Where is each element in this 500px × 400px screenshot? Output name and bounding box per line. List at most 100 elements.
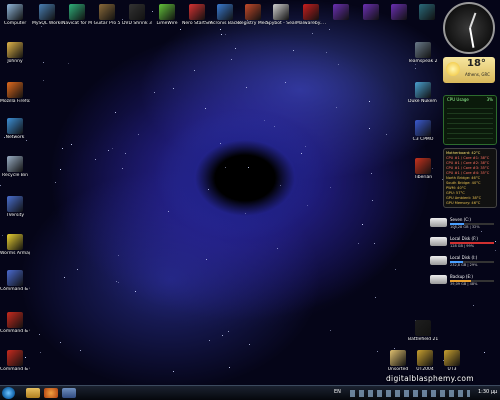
star (415, 67, 417, 69)
star (247, 166, 249, 168)
explorer-taskbar-icon[interactable] (26, 388, 40, 398)
star (361, 223, 363, 225)
desktop-shortcut[interactable]: Recycle Bin (0, 156, 30, 178)
computer-icon (7, 4, 23, 20)
sun-icon (446, 62, 460, 76)
tray-icons[interactable] (350, 390, 470, 397)
shortcut-label: Unsorted (387, 367, 409, 372)
desktop-shortcut[interactable]: Spybot - Search ... (266, 4, 296, 26)
clock-hour-hand (469, 12, 477, 29)
shortcut-label: Acronis Backup &... (210, 21, 240, 26)
desktop-shortcut[interactable]: Mozilla Firefox (0, 82, 30, 104)
desktop-shortcut[interactable]: Guitar Pro 5 (92, 4, 122, 26)
star (43, 79, 45, 81)
start-button[interactable] (2, 387, 15, 399)
star (167, 211, 169, 213)
desktop-shortcut[interactable]: Command & Conquer... (0, 270, 30, 292)
star (68, 62, 70, 64)
shortcut-label: Command & Conquer... (0, 367, 30, 372)
star (39, 351, 41, 353)
desktop-shortcut[interactable]: Johnny (0, 42, 30, 64)
desktop-shortcut[interactable]: Battlefield 2142 (408, 320, 438, 342)
temp-reading: CPU #1 / Core #4: 35°C (446, 171, 490, 175)
cpu-usage-gadget[interactable]: CPU Usage 3% (443, 95, 497, 145)
desktop-shortcut[interactable]: Malwareby... Anti-Malw... (296, 4, 326, 26)
star (480, 231, 482, 233)
desktop-shortcut[interactable]: Acronis Backup &... (210, 4, 240, 26)
temp-reading: South Bridge: 40°C (446, 181, 481, 185)
star (121, 168, 123, 170)
desktop-shortcut[interactable]: Teamspeak 2 RC2 (408, 42, 438, 64)
desktop-shortcut[interactable]: Tiberian (408, 158, 438, 180)
desktop-shortcut[interactable]: Command & Conquer... (0, 312, 30, 334)
shortcut-label: UT2004 (416, 367, 434, 372)
desktop-shortcut[interactable]: UT2004 (410, 350, 440, 372)
desktop-shortcut[interactable]: Registry Mechanic (238, 4, 268, 26)
star (207, 189, 209, 191)
desktop-shortcut[interactable]: Network (0, 118, 30, 140)
star (194, 69, 196, 71)
cpu-title: CPU Usage (447, 97, 469, 102)
desktop-shortcut[interactable] (356, 4, 386, 21)
star (292, 50, 294, 52)
star (220, 33, 222, 35)
shortcut-label: UT3 (447, 367, 457, 372)
network-icon (7, 118, 23, 134)
desktop-shortcut[interactable] (384, 4, 414, 21)
desktop-shortcut[interactable]: C3 CPMO (408, 120, 438, 142)
desktop-shortcut[interactable]: Computer (0, 4, 30, 26)
star (370, 173, 372, 175)
shortcut-label: Guitar Pro 5 (93, 21, 121, 26)
star (494, 241, 496, 243)
desktop-shortcut[interactable]: LimeWire (152, 4, 182, 26)
duke-nukem-icon (415, 82, 431, 98)
battlefield-icon (415, 320, 431, 336)
folder-icon (390, 350, 406, 366)
tray-clock[interactable]: 1:30 μμ (478, 389, 497, 395)
temp-reading: CPU #1 / Core #2: 38°C (446, 161, 490, 165)
hard-drive-icon (430, 275, 447, 284)
drive-item[interactable]: Backup (E:) 39,09 GB | 48% (430, 274, 495, 287)
desktop-shortcut[interactable] (326, 4, 356, 21)
drive-item[interactable]: Seven (C:) 108,28 GB | 32% (430, 217, 495, 230)
star (330, 330, 332, 332)
star (415, 64, 417, 66)
desktop-shortcut[interactable]: Navicat for MySQL (62, 4, 92, 26)
desktop-shortcut[interactable] (412, 4, 442, 21)
desktop-shortcut[interactable]: UT3 (437, 350, 467, 372)
desktop-shortcut[interactable]: Command & Conquer... (0, 350, 30, 372)
drive-item[interactable]: Local Disk (F:) 128 GB | 99% (430, 236, 495, 249)
tool-icon-1 (333, 4, 349, 20)
spybot-icon (273, 4, 289, 20)
desktop-shortcut[interactable]: MySQL Workstation (32, 4, 62, 26)
drive-item[interactable]: Local Disk (I:) 232,8 GB | 29% (430, 255, 495, 268)
drive-name: Local Disk (F:) (450, 236, 478, 241)
worms-icon (7, 234, 23, 250)
temperature-monitor-gadget[interactable]: Motherboard: 42°C CPU #1 / Core #1: 38°C C… (443, 148, 497, 208)
desktop-shortcut[interactable]: Nero StartSmart (182, 4, 212, 26)
desktop-shortcut[interactable]: Unsorted (383, 350, 413, 372)
language-indicator[interactable]: EN (334, 389, 341, 395)
drive-name: Backup (E:) (450, 274, 473, 279)
star (368, 101, 370, 103)
command-conquer-icon (7, 270, 23, 286)
star (301, 152, 303, 154)
firefox-taskbar-icon[interactable] (44, 388, 58, 398)
firefox-icon (7, 82, 23, 98)
tool-icon-2 (363, 4, 379, 20)
desktop-shortcut[interactable]: DVD Shrink 3.2 (122, 4, 152, 26)
malwarebytes-icon (303, 4, 319, 20)
star (206, 258, 208, 260)
star (305, 146, 307, 147)
star (225, 166, 227, 168)
desktop-shortcut[interactable]: TVersity (0, 196, 30, 218)
desktop-shortcut[interactable]: Worms Armageddon (0, 234, 30, 256)
desktop-shortcut[interactable]: Duke Nukem 3D (408, 82, 438, 104)
media-player-taskbar-icon[interactable] (62, 388, 76, 398)
user-folder-icon (7, 42, 23, 58)
weather-gadget[interactable]: 18° Athens, GRC (443, 57, 495, 83)
star (41, 25, 43, 27)
star (138, 134, 140, 135)
clock-gadget[interactable] (443, 2, 495, 54)
star (369, 128, 371, 130)
